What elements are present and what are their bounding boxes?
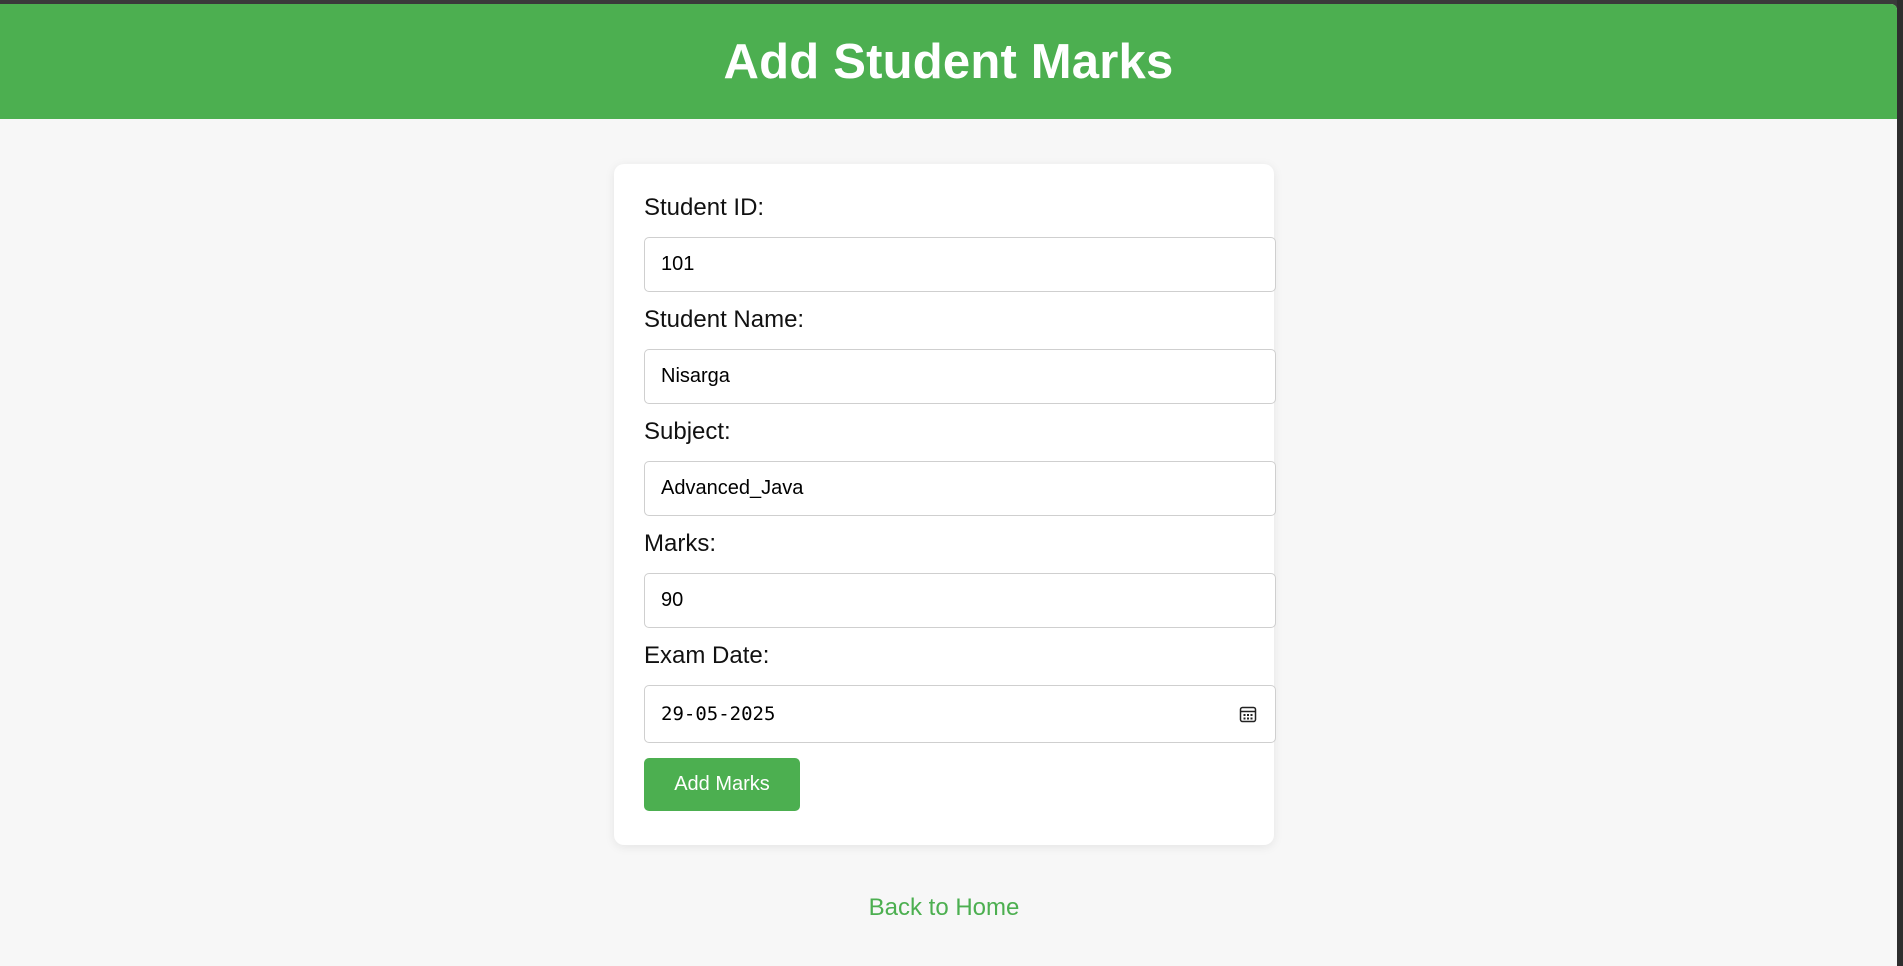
window-edge (1897, 0, 1903, 966)
student-id-label: Student ID: (644, 194, 765, 221)
add-marks-button[interactable]: Add Marks (644, 758, 800, 811)
exam-date-input[interactable]: 29-05-2025 (644, 685, 1276, 743)
student-id-input[interactable]: 101 (644, 237, 1276, 292)
calendar-icon[interactable] (1239, 705, 1257, 723)
marks-label: Marks: (644, 530, 716, 557)
exam-date-value: 29-05-2025 (661, 703, 776, 725)
exam-date-label: Exam Date: (644, 642, 770, 669)
student-name-label: Student Name: (644, 306, 805, 333)
page-header: Add Student Marks (0, 4, 1897, 119)
marks-input[interactable]: 90 (644, 573, 1276, 628)
subject-label: Subject: (644, 418, 731, 445)
back-to-home-link[interactable]: Back to Home (0, 894, 1888, 922)
page-viewport: Add Student Marks Student ID: 101 Studen… (0, 4, 1897, 966)
subject-input[interactable]: Advanced_Java (644, 461, 1276, 516)
page-title: Add Student Marks (723, 34, 1174, 89)
student-name-input[interactable]: Nisarga (644, 349, 1276, 404)
add-marks-form: Student ID: 101 Student Name: Nisarga Su… (614, 164, 1276, 845)
